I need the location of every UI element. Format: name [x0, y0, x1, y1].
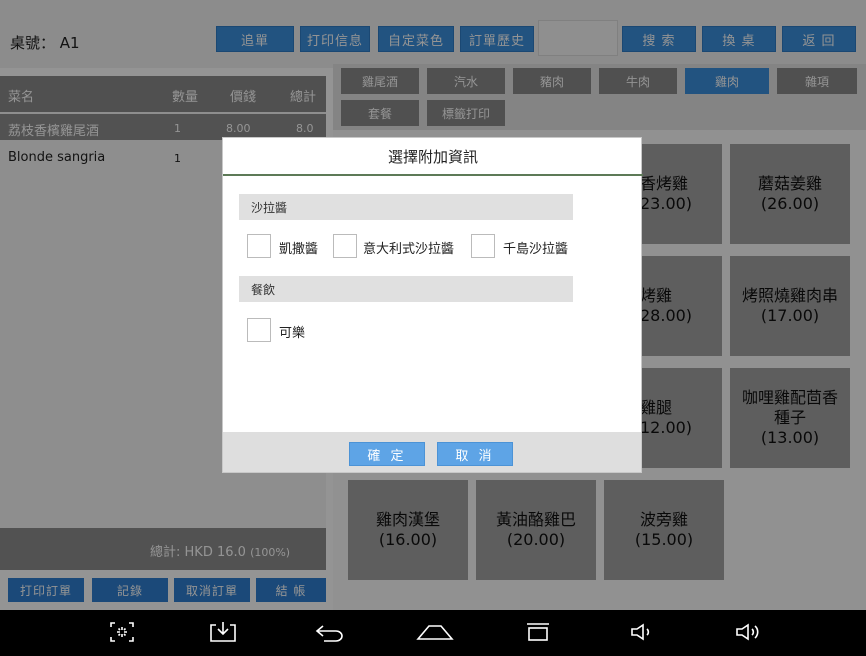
dialog-footer: [223, 432, 641, 472]
screenshot-icon[interactable]: [104, 616, 140, 648]
volume-up-icon[interactable]: [730, 616, 766, 648]
section-heading-dressing: 沙拉醬: [239, 194, 573, 220]
recents-icon[interactable]: [518, 616, 558, 648]
back-icon[interactable]: [310, 616, 350, 648]
confirm-button[interactable]: 確 定: [349, 442, 425, 466]
checkbox-italian[interactable]: [333, 234, 357, 258]
download-icon[interactable]: [205, 616, 241, 648]
checkbox-caesar[interactable]: [247, 234, 271, 258]
home-icon[interactable]: [410, 616, 460, 648]
volume-down-icon[interactable]: [624, 616, 660, 648]
option-label-italian: 意大利式沙拉醬: [363, 242, 455, 257]
checkbox-cola[interactable]: [247, 318, 271, 342]
option-label-thousand-island: 千島沙拉醬: [503, 242, 569, 257]
option-label-cola: 可樂: [279, 326, 306, 341]
section-heading-drinks: 餐飲: [239, 276, 573, 302]
extra-info-dialog: 選擇附加資訊 沙拉醬 凱撒醬 意大利式沙拉醬 千島沙拉醬 餐飲 可樂 確 定 取…: [222, 137, 643, 473]
cancel-button[interactable]: 取 消: [437, 442, 513, 466]
option-label-caesar: 凱撒醬: [279, 242, 319, 257]
dialog-title: 選擇附加資訊: [223, 138, 643, 176]
checkbox-thousand-island[interactable]: [471, 234, 495, 258]
